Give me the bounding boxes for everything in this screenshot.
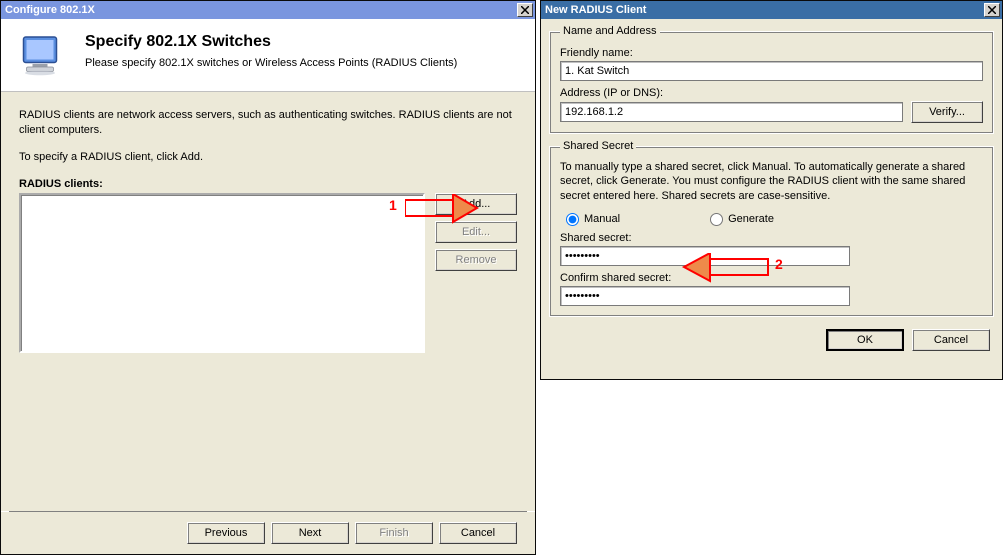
page-subheading: Please specify 802.1X switches or Wirele… (85, 57, 457, 69)
annotation-label-1: 1 (389, 197, 397, 213)
shared-secret-label: Shared secret: (560, 232, 983, 244)
wizard-header: Specify 802.1X Switches Please specify 8… (1, 19, 535, 92)
generate-radio-label[interactable]: Generate (710, 213, 774, 226)
manual-radio-text: Manual (584, 213, 620, 225)
friendly-name-label: Friendly name: (560, 47, 983, 59)
new-radius-client-window: New RADIUS Client Name and Address Frien… (540, 0, 1003, 380)
dialog-buttons: OK Cancel (541, 323, 1002, 351)
confirm-secret-label: Confirm shared secret: (560, 272, 983, 284)
secret-help-text: To manually type a shared secret, click … (560, 160, 983, 203)
list-buttons: Add... Edit... Remove (435, 193, 517, 271)
help-text-1: RADIUS clients are network access server… (19, 108, 517, 138)
generate-radio[interactable] (710, 213, 723, 226)
titlebar: New RADIUS Client (541, 1, 1002, 19)
verify-button[interactable]: Verify... (911, 101, 983, 123)
confirm-secret-input[interactable] (560, 286, 850, 306)
ok-button[interactable]: OK (826, 329, 904, 351)
wizard-body: RADIUS clients are network access server… (1, 92, 535, 361)
friendly-name-input[interactable] (560, 61, 983, 81)
address-input[interactable] (560, 102, 903, 122)
manual-radio[interactable] (566, 213, 579, 226)
wizard-footer: Previous Next Finish Cancel (1, 511, 535, 544)
cancel-button[interactable]: Cancel (912, 329, 990, 351)
name-address-group: Name and Address Friendly name: Address … (549, 25, 994, 134)
address-label: Address (IP or DNS): (560, 87, 983, 99)
radius-clients-list[interactable] (19, 193, 425, 353)
add-button[interactable]: Add... (435, 193, 517, 215)
shared-secret-input[interactable] (560, 246, 850, 266)
finish-button: Finish (355, 522, 433, 544)
cancel-button[interactable]: Cancel (439, 522, 517, 544)
close-icon[interactable] (517, 3, 533, 17)
group-legend: Shared Secret (560, 140, 636, 152)
configure-8021x-window: Configure 802.1X Specify 802.1X Switches… (0, 0, 536, 555)
secret-mode-radios: Manual Generate (566, 213, 983, 226)
next-button[interactable]: Next (271, 522, 349, 544)
close-icon[interactable] (984, 3, 1000, 17)
window-title: New RADIUS Client (545, 4, 646, 16)
annotation-label-2: 2 (775, 256, 783, 272)
group-legend: Name and Address (560, 25, 660, 37)
remove-button: Remove (435, 249, 517, 271)
list-label: RADIUS clients: (19, 177, 517, 192)
wizard-header-text: Specify 802.1X Switches Please specify 8… (85, 33, 457, 69)
shared-secret-group: Shared Secret To manually type a shared … (549, 140, 994, 317)
manual-radio-label[interactable]: Manual (566, 213, 620, 226)
window-title: Configure 802.1X (5, 4, 95, 16)
generate-radio-text: Generate (728, 213, 774, 225)
help-text-2: To specify a RADIUS client, click Add. (19, 150, 517, 165)
edit-button: Edit... (435, 221, 517, 243)
page-heading: Specify 802.1X Switches (85, 33, 457, 51)
monitor-icon (19, 33, 67, 77)
previous-button[interactable]: Previous (187, 522, 265, 544)
titlebar: Configure 802.1X (1, 1, 535, 19)
